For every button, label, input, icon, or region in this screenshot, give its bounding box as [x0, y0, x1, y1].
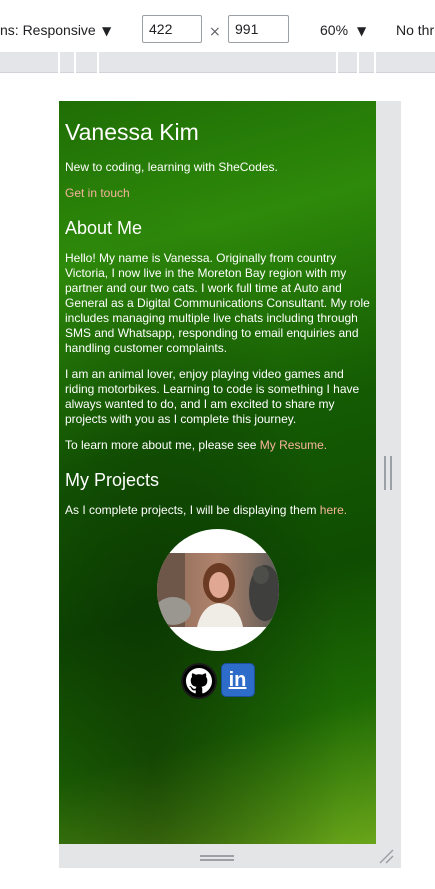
about-paragraph-2: I am an animal lover, enjoy playing vide… — [65, 367, 360, 426]
profile-photo — [156, 553, 279, 627]
resize-corner-icon[interactable] — [378, 848, 394, 864]
width-input[interactable] — [142, 15, 202, 43]
viewport-height-resize-handle[interactable] — [200, 855, 234, 861]
ruler-tick[interactable] — [357, 52, 359, 73]
linkedin-text: in — [228, 668, 247, 691]
projects-paragraph: As I complete projects, I will be displa… — [65, 503, 370, 518]
dimension-separator: × — [209, 24, 221, 40]
media-query-ruler[interactable] — [0, 52, 435, 73]
device-dropdown-label[interactable]: ns: Responsive — [0, 22, 96, 38]
caret-down-icon[interactable]: ▼ — [102, 24, 111, 38]
projects-link[interactable]: here. — [320, 503, 347, 517]
ruler-tick[interactable] — [374, 52, 376, 73]
linkedin-icon[interactable]: in — [220, 663, 255, 697]
viewport-width-resize-handle[interactable] — [384, 456, 392, 490]
github-icon[interactable] — [180, 663, 217, 699]
projects-text: As I complete projects, I will be displa… — [65, 503, 320, 517]
emulated-viewport-frame: Vanessa Kim New to coding, learning with… — [59, 101, 401, 868]
ruler-tick[interactable] — [97, 52, 99, 73]
zoom-dropdown-label[interactable]: 60% — [320, 22, 348, 38]
avatar-container — [65, 529, 370, 651]
ruler-tick[interactable] — [58, 52, 60, 73]
page-content: Vanessa Kim New to coding, learning with… — [59, 101, 376, 844]
height-input[interactable] — [228, 15, 289, 43]
resume-link[interactable]: My Resume. — [260, 438, 327, 452]
page-title: Vanessa Kim — [65, 119, 199, 145]
tagline: New to coding, learning with SheCodes. — [65, 160, 278, 174]
projects-heading: My Projects — [65, 470, 160, 490]
get-in-touch-link[interactable]: Get in touch — [65, 186, 130, 200]
about-heading: About Me — [65, 218, 143, 238]
resume-paragraph: To learn more about me, please see My Re… — [65, 438, 370, 453]
ruler-tick[interactable] — [336, 52, 338, 73]
resume-text: To learn more about me, please see — [65, 438, 260, 452]
ruler-tick[interactable] — [74, 52, 76, 73]
avatar — [156, 529, 279, 651]
social-links: in — [65, 663, 370, 699]
about-paragraph-1: Hello! My name is Vanessa. Originally fr… — [65, 251, 370, 355]
throttle-dropdown-label[interactable]: No thr — [396, 22, 434, 38]
caret-down-icon[interactable]: ▼ — [357, 24, 366, 38]
github-icon — [185, 668, 212, 694]
devtools-device-toolbar: ns: Responsive ▼ × 60% ▼ No thr — [0, 0, 435, 50]
